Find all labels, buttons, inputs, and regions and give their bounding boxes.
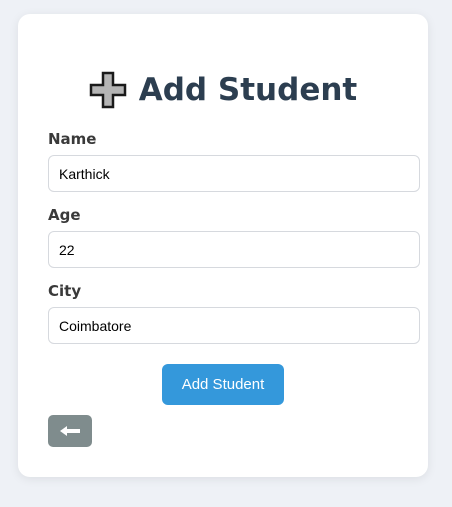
age-input[interactable] — [48, 231, 420, 268]
age-label: Age — [48, 206, 81, 224]
name-input[interactable] — [48, 155, 420, 192]
add-student-button[interactable]: Add Student — [162, 364, 284, 405]
page-title: Add Student — [138, 72, 358, 108]
back-button[interactable] — [48, 415, 92, 447]
name-label: Name — [48, 130, 97, 148]
city-input[interactable] — [48, 307, 420, 344]
city-label: City — [48, 282, 82, 300]
page-header: Add Student — [18, 68, 428, 112]
plus-icon — [89, 71, 127, 109]
left-arrow-icon — [59, 425, 81, 437]
add-student-card: Add Student Name Age City Add Student — [18, 14, 428, 477]
